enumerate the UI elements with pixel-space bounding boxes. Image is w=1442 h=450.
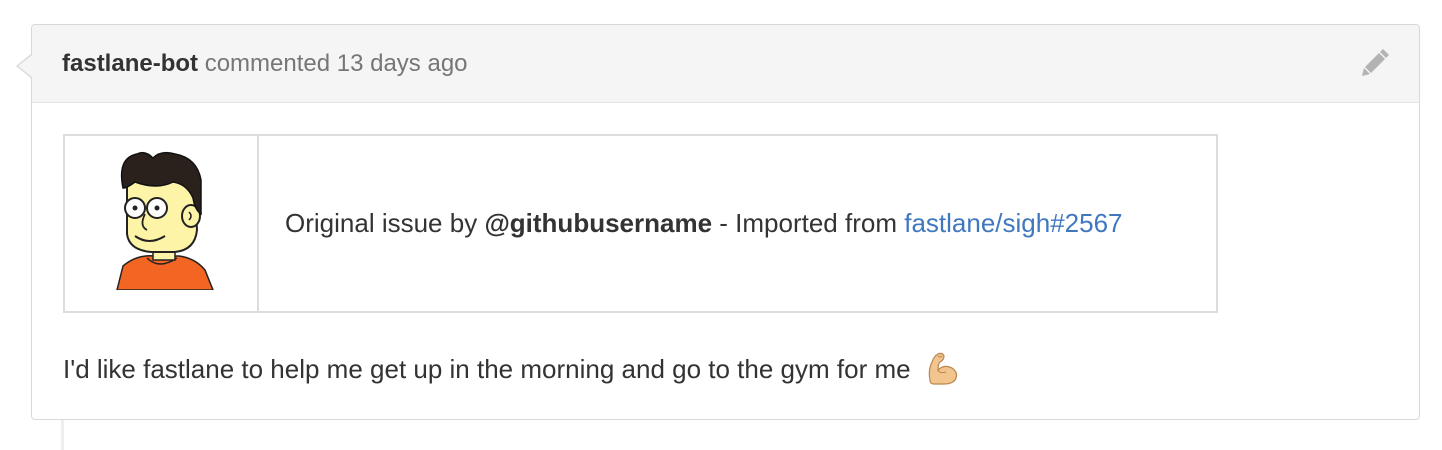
pencil-icon[interactable]	[1359, 49, 1389, 79]
import-prefix: Original issue by	[285, 208, 478, 238]
comment-header: fastlane-bot commented 13 days ago	[32, 25, 1419, 103]
import-info-cell: Original issue by @githubusername - Impo…	[259, 136, 1216, 311]
comment-action: commented	[204, 50, 331, 77]
original-author: @githubusername	[484, 208, 713, 238]
comment-header-text: fastlane-bot commented 13 days ago	[62, 49, 468, 79]
import-separator: - Imported from	[719, 208, 897, 238]
comment-timestamp[interactable]: 13 days ago	[337, 50, 468, 77]
cartoon-avatar	[116, 151, 214, 290]
comment-author-link[interactable]: fastlane-bot	[62, 50, 198, 77]
original-issue-link[interactable]: fastlane/sigh#2567	[904, 208, 1122, 239]
comment-box: fastlane-bot commented 13 days ago Origi…	[16, 24, 1420, 420]
avatar-cell	[65, 136, 259, 311]
timeline-line	[61, 420, 64, 450]
import-info-table: Original issue by @githubusername - Impo…	[63, 134, 1218, 313]
comment-body-text: I'd like fastlane to help me get up in t…	[63, 354, 911, 384]
flexed-biceps-icon	[928, 352, 957, 385]
comment-text: I'd like fastlane to help me get up in t…	[63, 351, 960, 389]
